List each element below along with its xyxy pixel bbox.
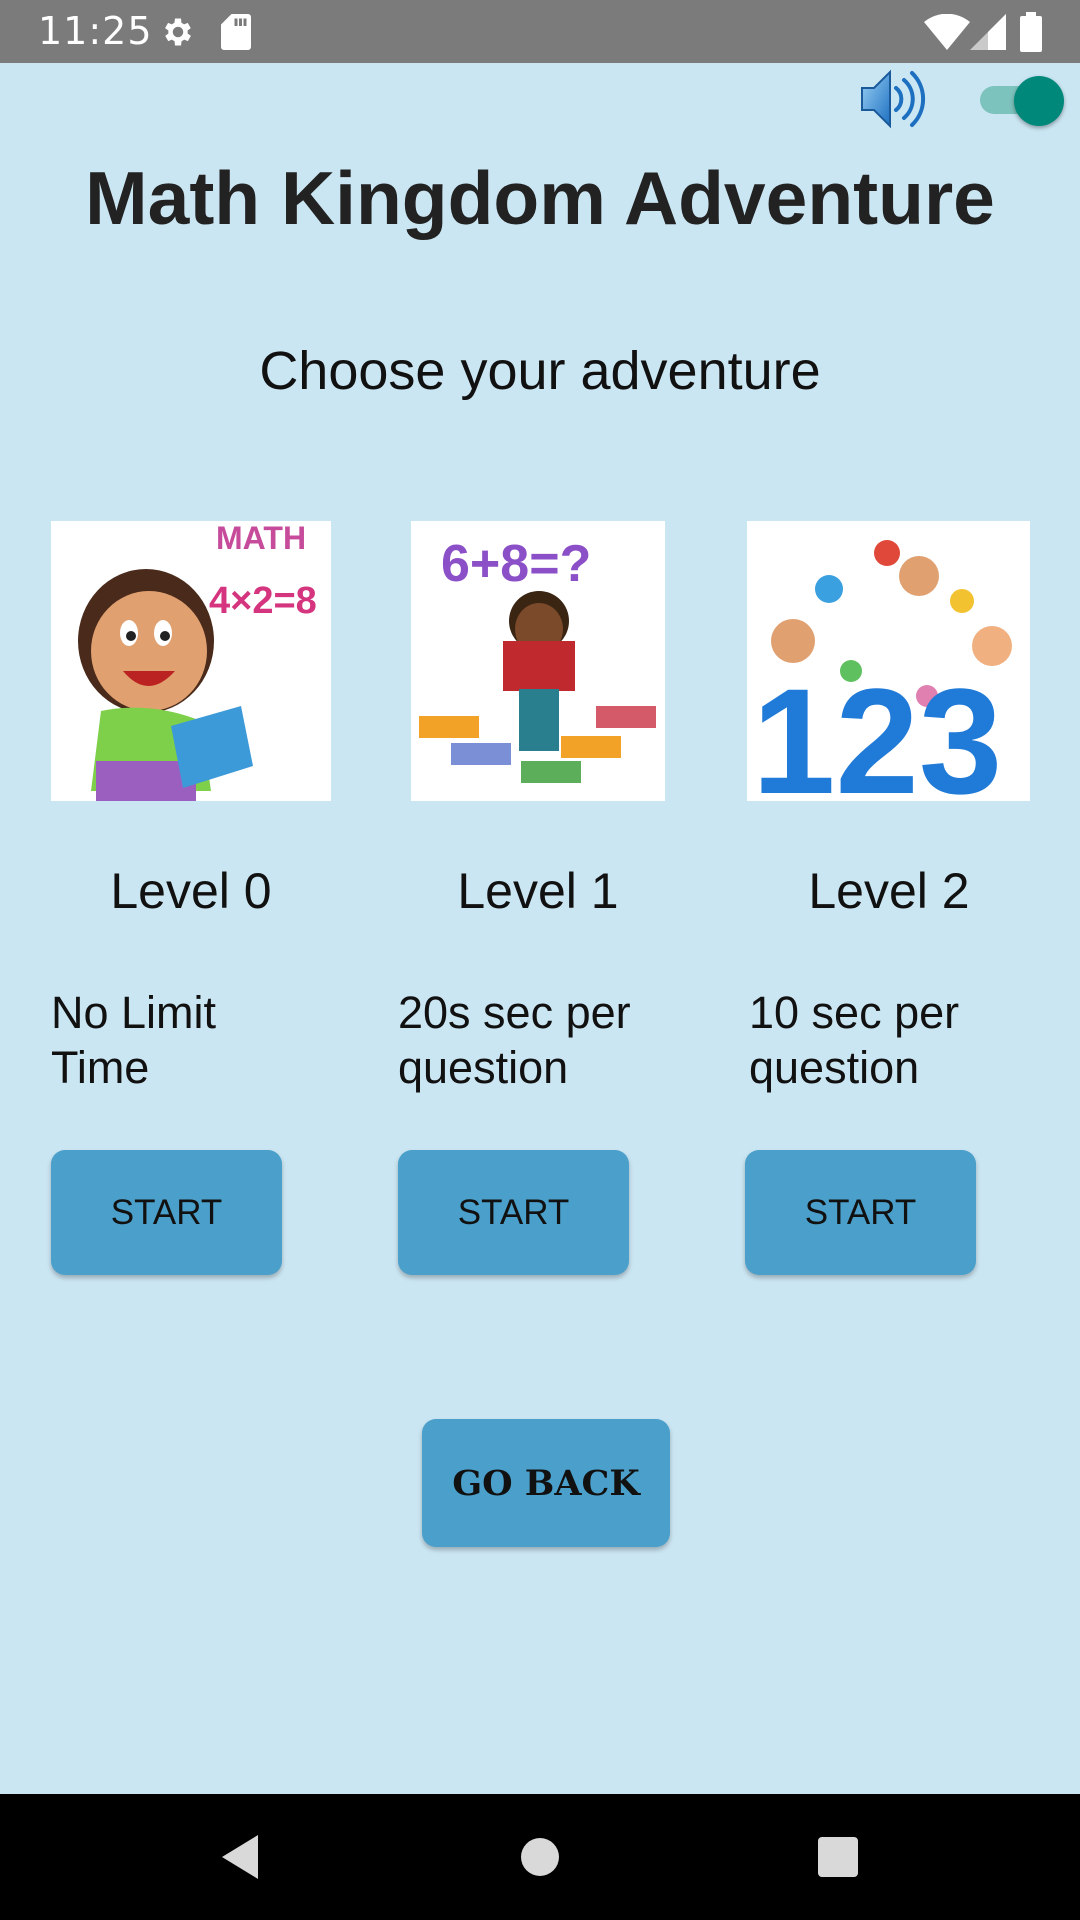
navigation-bar <box>0 1794 1080 1920</box>
level0-start-button[interactable]: START <box>51 1150 282 1275</box>
level2-name: Level 2 <box>808 863 970 919</box>
toggle-thumb <box>1014 76 1064 126</box>
level1-start-button[interactable]: START <box>398 1150 629 1275</box>
page-title: Math Kingdom Adventure <box>85 156 995 240</box>
settings-icon <box>165 18 191 46</box>
battery-icon <box>1020 12 1042 52</box>
status-bar: 11:25 <box>0 0 1080 63</box>
signal-icon <box>970 14 1006 50</box>
level2-description: 10 sec per question <box>749 987 960 1093</box>
level1-name: Level 1 <box>457 863 619 919</box>
home-icon[interactable] <box>510 1827 570 1887</box>
level0-description: No Limit Time <box>51 987 217 1093</box>
sound-toggle[interactable] <box>980 76 1066 126</box>
status-time: 11:25 <box>38 9 153 53</box>
go-back-button[interactable]: GO BACK <box>422 1419 670 1547</box>
svg-text:4×2=8: 4×2=8 <box>209 580 317 622</box>
level1-image: 6+8=? <box>411 521 665 801</box>
back-icon[interactable] <box>210 1827 270 1887</box>
sd-card-icon <box>221 14 251 50</box>
svg-text:123: 123 <box>752 657 1002 801</box>
recents-icon[interactable] <box>808 1827 868 1887</box>
level2-start-button[interactable]: START <box>745 1150 976 1275</box>
page-subtitle: Choose your adventure <box>259 341 821 401</box>
speaker-icon[interactable] <box>860 68 926 130</box>
level0-image: MATH 4×2=8 <box>51 521 331 801</box>
wifi-icon <box>924 14 970 50</box>
level1-description: 20s sec per question <box>398 987 631 1093</box>
level0-name: Level 0 <box>110 863 272 919</box>
level2-image: 123 <box>747 521 1030 801</box>
svg-text:MATH: MATH <box>216 521 306 556</box>
svg-text:6+8=?: 6+8=? <box>441 535 591 593</box>
